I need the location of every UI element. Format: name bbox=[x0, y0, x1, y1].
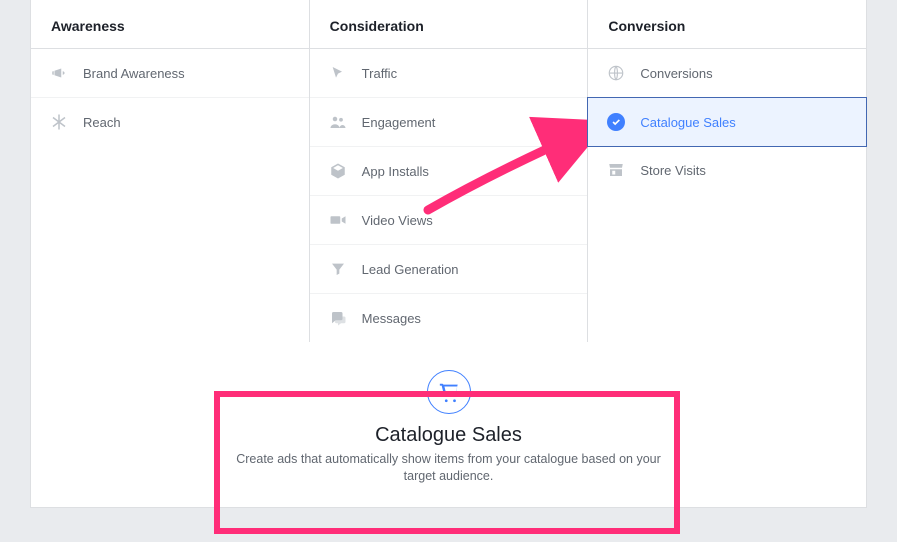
objective-label: Video Views bbox=[362, 213, 433, 228]
funnel-icon bbox=[328, 259, 348, 279]
people-icon bbox=[328, 112, 348, 132]
column-header: Awareness bbox=[31, 0, 309, 49]
objective-app-installs[interactable]: App Installs bbox=[310, 147, 588, 196]
objective-messages[interactable]: Messages bbox=[310, 294, 588, 342]
objective-label: Lead Generation bbox=[362, 262, 459, 277]
objective-lead-generation[interactable]: Lead Generation bbox=[310, 245, 588, 294]
objective-label: App Installs bbox=[362, 164, 429, 179]
objective-traffic[interactable]: Traffic bbox=[310, 49, 588, 98]
video-icon bbox=[328, 210, 348, 230]
objective-label: Catalogue Sales bbox=[640, 115, 735, 130]
snowflake-icon bbox=[49, 112, 69, 132]
objective-detail: Catalogue Sales Create ads that automati… bbox=[31, 342, 866, 507]
column-header: Conversion bbox=[588, 0, 866, 49]
column-conversion: Conversion Conversions Catalogue Sales bbox=[588, 0, 866, 342]
globe-icon bbox=[606, 63, 626, 83]
objective-label: Messages bbox=[362, 311, 421, 326]
chat-icon bbox=[328, 308, 348, 328]
objective-label: Reach bbox=[83, 115, 121, 130]
objective-brand-awareness[interactable]: Brand Awareness bbox=[31, 49, 309, 98]
objective-engagement[interactable]: Engagement bbox=[310, 98, 588, 147]
objective-label: Conversions bbox=[640, 66, 712, 81]
box-icon bbox=[328, 161, 348, 181]
check-icon bbox=[606, 112, 626, 132]
column-header: Consideration bbox=[310, 0, 588, 49]
column-awareness: Awareness Brand Awareness Reach bbox=[31, 0, 310, 342]
detail-description: Create ads that automatically show items… bbox=[234, 451, 664, 485]
store-icon bbox=[606, 160, 626, 180]
objective-catalogue-sales[interactable]: Catalogue Sales bbox=[587, 97, 867, 147]
objective-label: Brand Awareness bbox=[83, 66, 185, 81]
objective-label: Engagement bbox=[362, 115, 436, 130]
objective-video-views[interactable]: Video Views bbox=[310, 196, 588, 245]
column-consideration: Consideration Traffic Engagement bbox=[310, 0, 589, 342]
cursor-icon bbox=[328, 63, 348, 83]
megaphone-icon bbox=[49, 63, 69, 83]
objective-label: Store Visits bbox=[640, 163, 706, 178]
objective-conversions[interactable]: Conversions bbox=[588, 49, 866, 98]
objective-label: Traffic bbox=[362, 66, 397, 81]
objective-reach[interactable]: Reach bbox=[31, 98, 309, 146]
objective-columns: Awareness Brand Awareness Reach Consid bbox=[31, 0, 866, 342]
objective-store-visits[interactable]: Store Visits bbox=[588, 146, 866, 194]
cart-icon bbox=[427, 370, 471, 414]
detail-title: Catalogue Sales bbox=[31, 424, 866, 447]
objective-panel: Awareness Brand Awareness Reach Consid bbox=[30, 0, 867, 508]
